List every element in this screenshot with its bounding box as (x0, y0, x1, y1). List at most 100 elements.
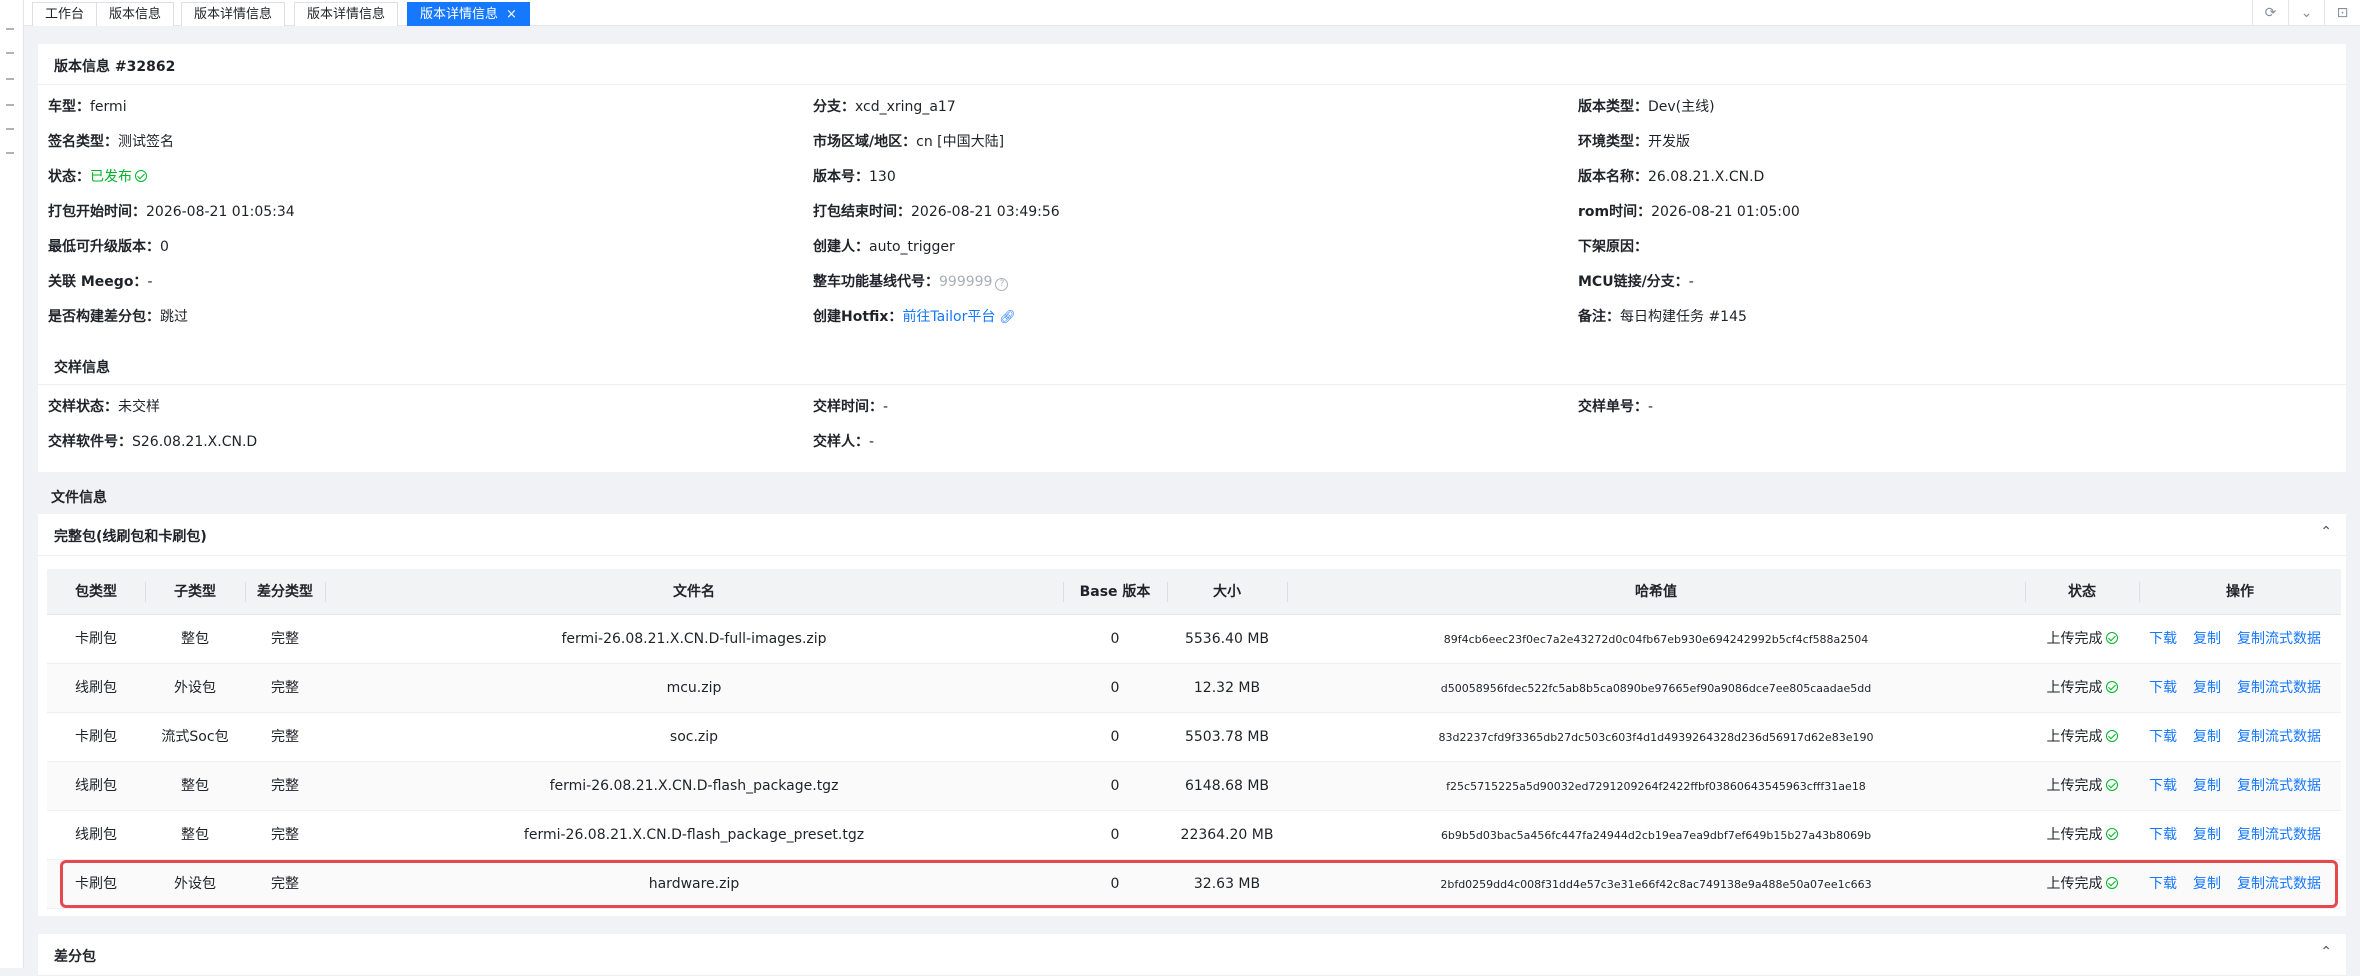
col-filename: 文件名 (673, 584, 715, 600)
download-link[interactable]: 下载 (2149, 827, 2177, 843)
table-row: 线刷包 整包 完整 fermi-26.08.21.X.CN.D-flash_packa… (47, 762, 2341, 811)
cell-hash: 2bfd0259dd4c008f31dd4e57c3e31e66f42c8ac7… (1440, 878, 1872, 891)
field-version-number: 版本号：130 (813, 169, 896, 185)
sample-info-title: 交样信息 (54, 360, 110, 376)
cell-status: 上传完成 (2025, 615, 2139, 664)
file-info-title: 文件信息 (51, 490, 107, 506)
diff-package-panel-header[interactable]: 差分包 ⌃ (38, 934, 2346, 976)
col-actions: 操作 (2226, 584, 2254, 600)
copy-link[interactable]: 复制 (2193, 631, 2221, 647)
cell-filename: hardware.zip (648, 876, 740, 892)
field-vehicle-model: 车型：fermi (48, 99, 127, 115)
field-min-upgrade: 最低可升级版本：0 (48, 239, 169, 255)
cell-package-type: 线刷包 (75, 680, 117, 696)
cell-filename: fermi-26.08.21.X.CN.D-full-images.zip (561, 631, 827, 647)
copy-stream-data-link[interactable]: 复制流式数据 (2237, 631, 2321, 647)
left-rail (0, 0, 24, 968)
diff-package-title: 差分包 (54, 949, 96, 965)
copy-stream-data-link[interactable]: 复制流式数据 (2237, 827, 2321, 843)
field-creator: 创建人：auto_trigger (813, 239, 955, 255)
menu-icon[interactable]: ⊡ (2324, 0, 2360, 26)
cell-status: 上传完成 (2025, 762, 2139, 811)
version-info-title: 版本信息 #32862 (54, 59, 176, 75)
version-info-card: 版本信息 #32862 车型：fermi 分支：xcd_xring_a17 版本… (38, 44, 2346, 472)
cell-hash: f25c5715225a5d90032ed7291209264f2422ffbf… (1446, 780, 1866, 793)
table-row: 卡刷包 外设包 完整 hardware.zip 0 32.63 MB 2bfd0259dd4… (47, 860, 2341, 909)
download-link[interactable]: 下载 (2149, 778, 2177, 794)
cell-diff-type: 完整 (271, 876, 299, 892)
cell-subtype: 流式Soc包 (161, 729, 229, 745)
field-build-start: 打包开始时间：2026-08-21 01:05:34 (48, 204, 295, 220)
close-icon[interactable]: × (506, 7, 517, 22)
copy-link[interactable]: 复制 (2193, 827, 2221, 843)
cell-status: 上传完成 (2025, 811, 2139, 860)
cell-diff-type: 完整 (271, 729, 299, 745)
download-link[interactable]: 下载 (2149, 631, 2177, 647)
tab-version-detail-1[interactable]: 版本详情信息 (181, 2, 286, 26)
table-row: 卡刷包 整包 完整 fermi-26.08.21.X.CN.D-full-images… (47, 615, 2341, 664)
cell-subtype: 整包 (181, 827, 209, 843)
cell-size: 32.63 MB (1193, 876, 1261, 892)
tab-version-detail-active[interactable]: 版本详情信息 × (407, 2, 530, 26)
cell-package-type: 卡刷包 (75, 876, 117, 892)
tab-workbench[interactable]: 工作台 (32, 2, 98, 26)
field-create-hotfix: 创建Hotfix：前往Tailor平台 🔗︎ (813, 309, 1016, 325)
cell-subtype: 外设包 (174, 876, 216, 892)
tab-version-info[interactable]: 版本信息 (96, 2, 175, 26)
full-package-panel-header[interactable]: 完整包(线刷包和卡刷包) ⌃ (38, 514, 2346, 556)
chevron-down-icon[interactable]: ⌄ (2288, 0, 2324, 26)
copy-stream-data-link[interactable]: 复制流式数据 (2237, 876, 2321, 892)
copy-stream-data-link[interactable]: 复制流式数据 (2237, 729, 2321, 745)
cell-hash: d50058956fdec522fc5ab8b5ca0890be97665ef9… (1440, 682, 1872, 695)
rail-mark (6, 28, 14, 30)
divider (38, 84, 2346, 85)
refresh-icon[interactable]: ⟳ (2252, 0, 2288, 26)
copy-link[interactable]: 复制 (2193, 876, 2221, 892)
cell-filename: fermi-26.08.21.X.CN.D-flash_package.tgz (549, 778, 839, 794)
tailor-platform-link[interactable]: 前往Tailor平台 (902, 309, 995, 325)
help-icon[interactable]: ? (995, 278, 1009, 291)
copy-link[interactable]: 复制 (2193, 729, 2221, 745)
col-base-version: Base 版本 (1079, 584, 1151, 600)
col-subtype: 子类型 (174, 584, 216, 600)
check-circle-icon (2105, 681, 2118, 693)
rail-mark (6, 128, 14, 130)
cell-status: 上传完成 (2025, 860, 2139, 909)
check-circle-icon (135, 170, 147, 182)
table-header: 包类型 子类型 差分类型 文件名 Base 版本 大小 哈希值 状态 操作 (47, 569, 2341, 615)
cell-status: 上传完成 (2025, 713, 2139, 762)
cell-package-type: 卡刷包 (75, 631, 117, 647)
cell-actions: 下载 复制 复制流式数据 (2139, 762, 2341, 811)
cell-filename: mcu.zip (666, 680, 722, 696)
copy-link[interactable]: 复制 (2193, 778, 2221, 794)
cell-hash: 6b9b5d03bac5a456fc447fa24944d2cb19ea7ea9… (1440, 829, 1872, 842)
link-icon[interactable]: 🔗︎ (999, 310, 1016, 325)
copy-link[interactable]: 复制 (2193, 680, 2221, 696)
download-link[interactable]: 下载 (2149, 876, 2177, 892)
download-link[interactable]: 下载 (2149, 680, 2177, 696)
cell-base-version: 0 (1110, 778, 1120, 794)
field-build-diff: 是否构建差分包：跳过 (48, 309, 188, 325)
chevron-up-icon[interactable]: ⌃ (2320, 944, 2332, 960)
copy-stream-data-link[interactable]: 复制流式数据 (2237, 778, 2321, 794)
copy-stream-data-link[interactable]: 复制流式数据 (2237, 680, 2321, 696)
col-status: 状态 (2068, 584, 2096, 600)
field-sample-software: 交样软件号：S26.08.21.X.CN.D (48, 434, 258, 450)
field-sample-number: 交样单号：- (1578, 399, 1654, 415)
field-sample-status: 交样状态：未交样 (48, 399, 160, 415)
col-package-type: 包类型 (75, 584, 117, 600)
cell-diff-type: 完整 (271, 680, 299, 696)
cell-subtype: 外设包 (174, 680, 216, 696)
cell-actions: 下载 复制 复制流式数据 (2139, 615, 2341, 664)
cell-package-type: 线刷包 (75, 827, 117, 843)
divider (38, 384, 2346, 385)
rail-mark (6, 152, 14, 154)
table-row: 线刷包 外设包 完整 mcu.zip 0 12.32 MB d50058956fdec522… (47, 664, 2341, 713)
cell-size: 5536.40 MB (1184, 631, 1270, 647)
download-link[interactable]: 下载 (2149, 729, 2177, 745)
cell-base-version: 0 (1110, 680, 1120, 696)
table-row: 线刷包 整包 完整 fermi-26.08.21.X.CN.D-flash_packa… (47, 811, 2341, 860)
tab-version-detail-2[interactable]: 版本详情信息 (294, 2, 399, 26)
chevron-up-icon[interactable]: ⌃ (2320, 524, 2332, 540)
cell-size: 6148.68 MB (1184, 778, 1270, 794)
